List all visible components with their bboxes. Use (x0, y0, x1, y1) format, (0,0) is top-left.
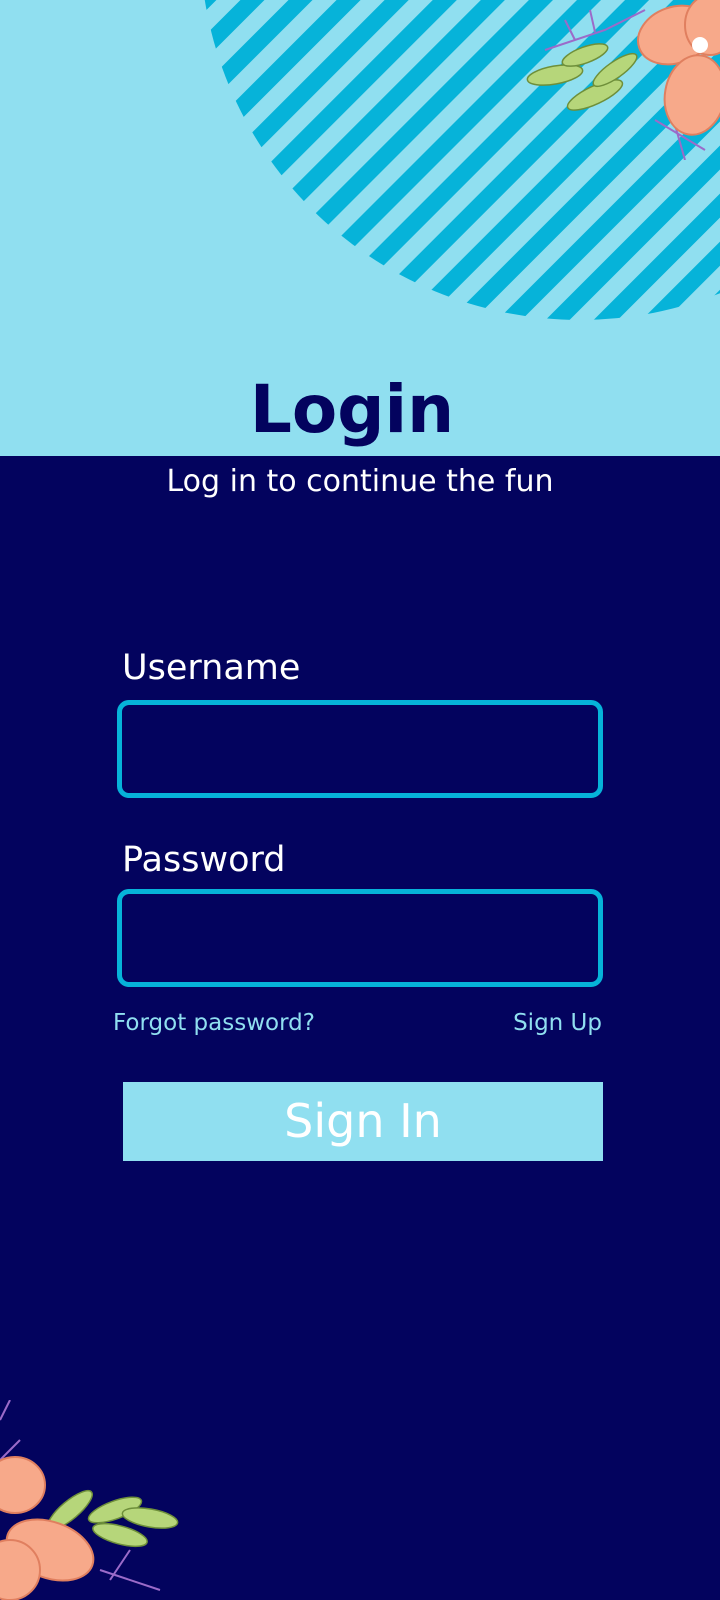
page-subtitle: Log in to continue the fun (166, 464, 554, 499)
username-input[interactable] (117, 700, 603, 798)
username-label: Username (122, 648, 301, 688)
flower-icon (526, 0, 720, 160)
page-title: Login (249, 371, 455, 448)
password-input[interactable] (117, 889, 603, 987)
password-label: Password (122, 840, 286, 880)
forgot-password-link[interactable]: Forgot password? (113, 1008, 315, 1038)
flower-icon (0, 1400, 179, 1600)
sign-up-link[interactable]: Sign Up (513, 1008, 602, 1038)
sign-in-button[interactable]: Sign In (123, 1082, 603, 1161)
